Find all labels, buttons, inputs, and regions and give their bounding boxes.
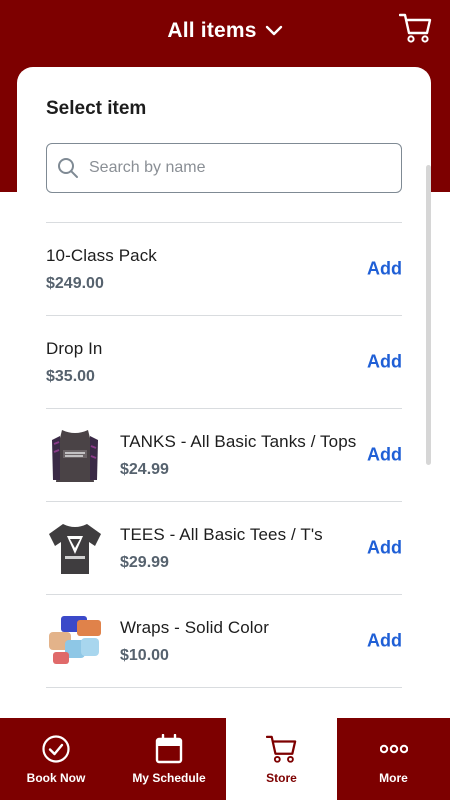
item-name: TEES - All Basic Tees / T's	[120, 524, 323, 544]
nav-label: Book Now	[26, 771, 86, 785]
search-icon	[57, 157, 79, 179]
item-info: Wraps - Solid Color $10.00	[120, 618, 402, 665]
item-price: $249.00	[46, 274, 104, 292]
tank-top-photo	[46, 421, 104, 489]
item-select-card: Select item 10-Class Pack $249.00 Add	[17, 67, 431, 767]
item-name: Wraps - Solid Color	[120, 617, 269, 637]
add-button[interactable]: Add	[367, 445, 402, 466]
item-info: TEES - All Basic Tees / T's $29.99	[120, 525, 402, 572]
item-info: TANKS - All Basic Tanks / Tops $24.99	[120, 432, 402, 479]
nav-label: More	[379, 771, 408, 785]
add-button[interactable]: Add	[367, 352, 402, 373]
nav-store[interactable]: Store	[226, 718, 337, 800]
item-list: 10-Class Pack $249.00 Add Drop In $35.00…	[46, 222, 402, 767]
hand-wraps-photo	[46, 607, 104, 675]
item-name: Drop In	[46, 338, 103, 358]
item-price: $24.99	[120, 460, 169, 478]
calendar-icon	[155, 733, 183, 765]
category-dropdown[interactable]: All items	[0, 16, 450, 46]
search-input[interactable]	[89, 159, 389, 177]
list-item[interactable]: 10-Class Pack $249.00 Add	[46, 222, 402, 315]
item-name: 10-Class Pack	[46, 245, 157, 265]
tee-shirt-photo	[46, 514, 104, 582]
item-info: 10-Class Pack $249.00	[46, 246, 402, 293]
item-info: Drop In $35.00	[46, 339, 402, 386]
item-name: TANKS - All Basic Tanks / Tops	[120, 431, 357, 451]
app-root: All items Select item Search by name 10-…	[0, 0, 450, 800]
nav-my-schedule[interactable]: My Schedule	[112, 718, 226, 800]
more-dots-icon	[379, 733, 408, 765]
list-item[interactable]: Wraps - Solid Color $10.00 Add	[46, 594, 402, 687]
nav-more[interactable]: More	[337, 718, 450, 800]
item-price: $10.00	[120, 646, 169, 664]
category-dropdown-label: All items	[167, 19, 257, 42]
cart-icon	[265, 733, 298, 765]
scrollbar[interactable]	[426, 165, 431, 465]
nav-book-now[interactable]: Book Now	[0, 718, 112, 800]
list-item[interactable]: TEES - All Basic Tees / T's $29.99 Add	[46, 501, 402, 594]
item-price: $29.99	[120, 553, 169, 571]
check-circle-icon	[41, 733, 71, 765]
cart-icon	[398, 12, 433, 49]
card-title: Select item	[46, 98, 147, 119]
bottom-nav: Book Now My Schedule Store More	[0, 718, 450, 800]
add-button[interactable]: Add	[367, 538, 402, 559]
add-button[interactable]: Add	[367, 631, 402, 652]
search-field[interactable]	[46, 143, 402, 193]
header-cart-button[interactable]	[398, 12, 434, 48]
item-price: $35.00	[46, 367, 95, 385]
add-button[interactable]: Add	[367, 259, 402, 280]
chevron-down-icon	[265, 25, 283, 37]
nav-label: My Schedule	[132, 771, 206, 785]
nav-label: Store	[266, 771, 297, 785]
list-item[interactable]: Drop In $35.00 Add	[46, 315, 402, 408]
list-item[interactable]: TANKS - All Basic Tanks / Tops $24.99 Ad…	[46, 408, 402, 501]
